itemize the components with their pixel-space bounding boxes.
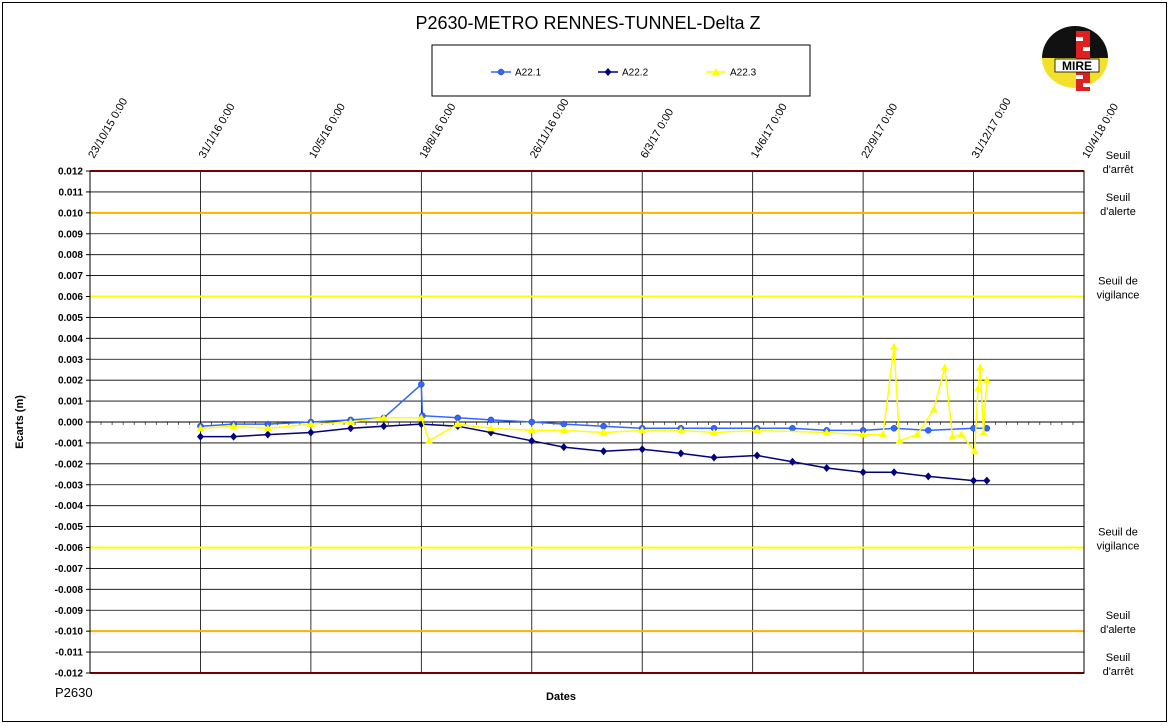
- y-tick-label: 0.003: [58, 355, 83, 366]
- data-point: [600, 422, 607, 430]
- data-point: [528, 436, 536, 445]
- y-tick-label: -0.006: [55, 543, 84, 554]
- y-tick-label: 0.007: [58, 271, 83, 282]
- data-point: [453, 420, 462, 428]
- data-point: [788, 457, 796, 466]
- threshold-label: d'alerte: [1100, 206, 1136, 218]
- data-point: [890, 468, 898, 477]
- data-point: [600, 447, 608, 456]
- chart: P2630-METRO RENNES-TUNNEL-Delta Z MIRE A…: [14, 13, 1140, 703]
- data-point: [710, 453, 718, 462]
- legend-label: A22.2: [622, 68, 649, 79]
- threshold-label: Seuil: [1106, 652, 1130, 664]
- y-tick-label: 0.005: [58, 313, 83, 324]
- data-point: [418, 381, 425, 388]
- y-axis-label: Ecarts (m): [14, 395, 26, 449]
- data-point: [890, 342, 899, 350]
- y-tick-label: -0.010: [55, 627, 84, 638]
- data-point: [983, 425, 991, 432]
- y-tick-label: 0.009: [58, 229, 83, 240]
- data-point: [982, 376, 991, 384]
- y-tick-label: 0.011: [59, 187, 84, 198]
- data-point: [487, 416, 495, 424]
- data-point: [925, 427, 932, 434]
- data-point: [230, 432, 238, 441]
- x-tick-label: 31/12/17 0:00: [970, 96, 1014, 160]
- threshold-label: d'alerte: [1100, 624, 1136, 636]
- logo-text: MIRE: [1062, 59, 1092, 73]
- y-tick-label: 0.004: [58, 334, 83, 345]
- threshold-label: Seuil: [1106, 192, 1130, 204]
- legend: A22.1 A22.2 A22.3: [431, 44, 811, 97]
- data-point: [196, 432, 204, 441]
- y-tick-label: -0.007: [55, 564, 84, 575]
- data-point: [929, 405, 938, 413]
- data-point: [560, 420, 568, 428]
- data-point: [425, 436, 434, 444]
- threshold-label: Seuil de: [1098, 276, 1138, 288]
- x-tick-label: 14/6/17 0:00: [749, 102, 790, 161]
- series-A22.1: [197, 381, 991, 434]
- x-tick-label: 26/11/16 0:00: [528, 97, 572, 161]
- chart-title: P2630-METRO RENNES-TUNNEL-Delta Z: [415, 13, 760, 33]
- threshold-label: vigilance: [1097, 541, 1140, 553]
- legend-label: A22.1: [515, 68, 542, 79]
- x-tick-label: 6/3/17 0:00: [638, 107, 676, 161]
- threshold-label: Seuil: [1106, 610, 1130, 622]
- y-tick-label: -0.008: [55, 585, 84, 596]
- data-point: [264, 430, 272, 439]
- x-tick-label: 23/10/15 0:00: [86, 96, 130, 160]
- y-tick-label: 0.002: [58, 376, 83, 387]
- threshold-label: vigilance: [1097, 290, 1140, 302]
- threshold-label: Seuil: [1106, 150, 1130, 162]
- data-point: [307, 428, 315, 437]
- y-tick-label: -0.001: [55, 438, 84, 449]
- y-tick-label: -0.012: [55, 669, 84, 680]
- legend-label: A22.3: [730, 68, 757, 79]
- data-point: [976, 363, 985, 371]
- data-point: [560, 443, 568, 452]
- data-point: [528, 418, 536, 426]
- data-point: [789, 425, 796, 432]
- y-tick-label: 0.006: [58, 292, 83, 303]
- threshold-label: d'arrêt: [1103, 666, 1134, 678]
- data-point: [380, 422, 388, 431]
- threshold-label: Seuil de: [1098, 527, 1138, 539]
- data-point: [454, 414, 462, 422]
- data-point: [983, 476, 991, 485]
- x-tick-label: 22/9/17 0:00: [859, 102, 900, 161]
- data-point: [890, 425, 898, 432]
- data-point: [924, 472, 932, 481]
- x-tick-label: 10/5/16 0:00: [307, 102, 348, 161]
- y-tick-label: 0.008: [58, 250, 83, 261]
- data-point: [940, 363, 949, 371]
- mire-logo: MIRE: [1042, 26, 1108, 91]
- y-tick-label: 0.010: [58, 208, 83, 219]
- chart-frame: P2630-METRO RENNES-TUNNEL-Delta Z MIRE A…: [2, 2, 1167, 722]
- y-tick-label: 0.012: [58, 167, 83, 178]
- y-tick-label: 0.001: [58, 397, 83, 408]
- x-tick-label: 31/1/16 0:00: [197, 102, 238, 161]
- data-point: [957, 430, 966, 438]
- series-line: [200, 346, 988, 454]
- y-tick-label: -0.011: [55, 648, 83, 659]
- data-point: [753, 451, 761, 460]
- y-tick-label: -0.005: [55, 522, 84, 533]
- data-point: [347, 424, 355, 433]
- y-tick-label: 0.000: [58, 418, 83, 429]
- y-tick-label: -0.004: [55, 501, 84, 512]
- data-point: [859, 468, 867, 477]
- data-point: [823, 464, 831, 473]
- x-axis-label: Dates: [546, 691, 576, 703]
- footer-label: P2630: [55, 685, 93, 700]
- data-point: [677, 449, 685, 458]
- x-tick-label: 18/8/16 0:00: [418, 102, 459, 161]
- data-point: [638, 445, 646, 454]
- y-tick-label: -0.003: [55, 480, 84, 491]
- data-point: [970, 476, 978, 485]
- y-tick-label: -0.002: [55, 459, 84, 470]
- data-point: [497, 68, 505, 76]
- threshold-label: d'arrêt: [1103, 164, 1134, 176]
- y-tick-label: -0.009: [55, 606, 84, 617]
